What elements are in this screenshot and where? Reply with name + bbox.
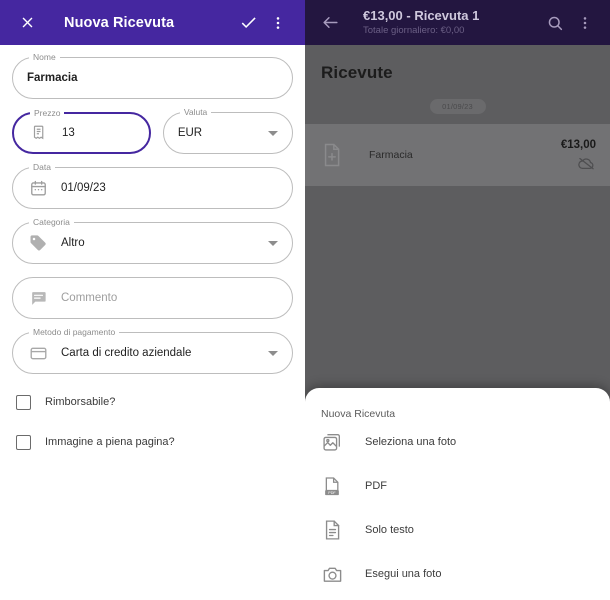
metodo-pagamento-field-value: Carta di credito aziendale bbox=[61, 347, 192, 359]
document-icon bbox=[321, 519, 343, 541]
sheet-item-seleziona-una-foto[interactable]: Seleziona una foto bbox=[305, 420, 610, 464]
bottom-sheet-title: Nuova Ricevuta bbox=[321, 408, 396, 420]
tag-icon bbox=[27, 232, 49, 254]
sheet-item-label: Esegui una foto bbox=[365, 568, 442, 580]
immagine-piena-pagina-checkbox[interactable] bbox=[16, 434, 31, 450]
receipt-list-item[interactable]: Farmacia €13,00 bbox=[305, 124, 610, 186]
metodo-pagamento-field-label: Metodo di pagamento bbox=[29, 326, 120, 338]
credit-card-icon bbox=[27, 342, 49, 364]
app-screen: Nuova Ricevuta Nome Farmacia Prezzo 13 V… bbox=[0, 0, 610, 600]
rimborsabile-label: Rimborsabile? bbox=[45, 396, 116, 408]
valuta-field[interactable]: Valuta EUR bbox=[162, 106, 293, 154]
receipts-title-block: €13,00 - Ricevuta 1 Totale giornaliero: … bbox=[363, 8, 479, 37]
data-field[interactable]: Data 01/09/23 bbox=[12, 161, 293, 209]
calendar-icon bbox=[27, 177, 49, 199]
arrow-back-icon[interactable] bbox=[315, 8, 345, 38]
add-document-icon bbox=[319, 140, 345, 170]
sheet-item-esegui-una-foto[interactable]: Esegui una foto bbox=[305, 552, 610, 596]
valuta-field-value: EUR bbox=[177, 127, 203, 139]
receipt-icon bbox=[28, 122, 50, 144]
close-icon[interactable] bbox=[12, 8, 42, 38]
nome-field-value: Farmacia bbox=[27, 72, 78, 84]
more-vertical-icon[interactable] bbox=[570, 8, 600, 38]
receipt-form: Nome Farmacia Prezzo 13 Valuta EUR Data … bbox=[0, 45, 305, 454]
receipt-meta: €13,00 bbox=[561, 139, 596, 171]
receipt-amount: €13,00 bbox=[560, 139, 596, 151]
commento-field-placeholder: Commento bbox=[61, 292, 118, 304]
comment-icon bbox=[27, 287, 49, 309]
camera-icon bbox=[321, 563, 343, 585]
sheet-item-solo-testo[interactable]: Solo testo bbox=[305, 508, 610, 552]
receipts-title: €13,00 - Ricevuta 1 bbox=[363, 8, 480, 23]
image-icon bbox=[321, 431, 343, 453]
sheet-item-label: Seleziona una foto bbox=[365, 436, 457, 448]
immagine-piena-pagina-checkbox-row[interactable]: Immagine a piena pagina? bbox=[12, 430, 293, 454]
sheet-item-pdf[interactable]: PDF PDF bbox=[305, 464, 610, 508]
categoria-field[interactable]: Categoria Altro bbox=[12, 216, 293, 264]
chevron-down-icon[interactable] bbox=[268, 240, 278, 246]
receipts-app-bar: €13,00 - Ricevuta 1 Totale giornaliero: … bbox=[305, 0, 610, 45]
nome-field-label: Nome bbox=[29, 51, 60, 63]
search-icon[interactable] bbox=[540, 8, 570, 38]
metodo-pagamento-field[interactable]: Metodo di pagamento Carta di credito azi… bbox=[12, 326, 293, 374]
more-vertical-icon[interactable] bbox=[263, 8, 293, 38]
form-app-bar: Nuova Ricevuta bbox=[0, 0, 305, 45]
data-field-value: 01/09/23 bbox=[61, 182, 106, 194]
sheet-item-label: Solo testo bbox=[365, 524, 414, 536]
valuta-field-label: Valuta bbox=[179, 106, 212, 118]
prezzo-field[interactable]: Prezzo 13 bbox=[12, 107, 151, 154]
sheet-item-label: PDF bbox=[365, 480, 387, 492]
prezzo-field-label: Prezzo bbox=[30, 107, 65, 119]
commento-field[interactable]: Commento bbox=[12, 277, 293, 319]
receipts-list-panel: €13,00 - Ricevuta 1 Totale giornaliero: … bbox=[305, 0, 610, 600]
svg-text:PDF: PDF bbox=[328, 491, 336, 495]
cloud-off-icon bbox=[577, 156, 596, 171]
prezzo-field-value: 13 bbox=[62, 127, 75, 139]
page-title: Nuova Ricevuta bbox=[64, 14, 175, 31]
rimborsabile-checkbox-row[interactable]: Rimborsabile? bbox=[12, 390, 293, 414]
nome-field[interactable]: Nome Farmacia bbox=[12, 51, 293, 99]
date-chip: 01/09/23 bbox=[429, 99, 486, 114]
price-currency-row: Prezzo 13 Valuta EUR bbox=[12, 106, 293, 167]
chevron-down-icon[interactable] bbox=[268, 350, 278, 356]
receipts-heading: Ricevute bbox=[321, 63, 393, 82]
rimborsabile-checkbox[interactable] bbox=[16, 394, 31, 410]
check-icon[interactable] bbox=[233, 8, 263, 38]
chevron-down-icon[interactable] bbox=[268, 130, 278, 136]
receipt-name: Farmacia bbox=[369, 149, 413, 161]
categoria-field-label: Categoria bbox=[29, 216, 74, 228]
data-field-label: Data bbox=[29, 161, 55, 173]
receipts-body: Ricevute 01/09/23 Farmacia €13,00 Nuova … bbox=[305, 45, 610, 600]
receipts-subtitle: Totale giornaliero: €0,00 bbox=[363, 25, 465, 36]
new-receipt-form-panel: Nuova Ricevuta Nome Farmacia Prezzo 13 V… bbox=[0, 0, 305, 600]
new-receipt-bottom-sheet: Nuova Ricevuta Seleziona una foto PDF PD… bbox=[305, 388, 610, 600]
categoria-field-value: Altro bbox=[61, 237, 85, 249]
immagine-piena-pagina-label: Immagine a piena pagina? bbox=[45, 436, 175, 448]
pdf-icon: PDF bbox=[321, 475, 343, 497]
